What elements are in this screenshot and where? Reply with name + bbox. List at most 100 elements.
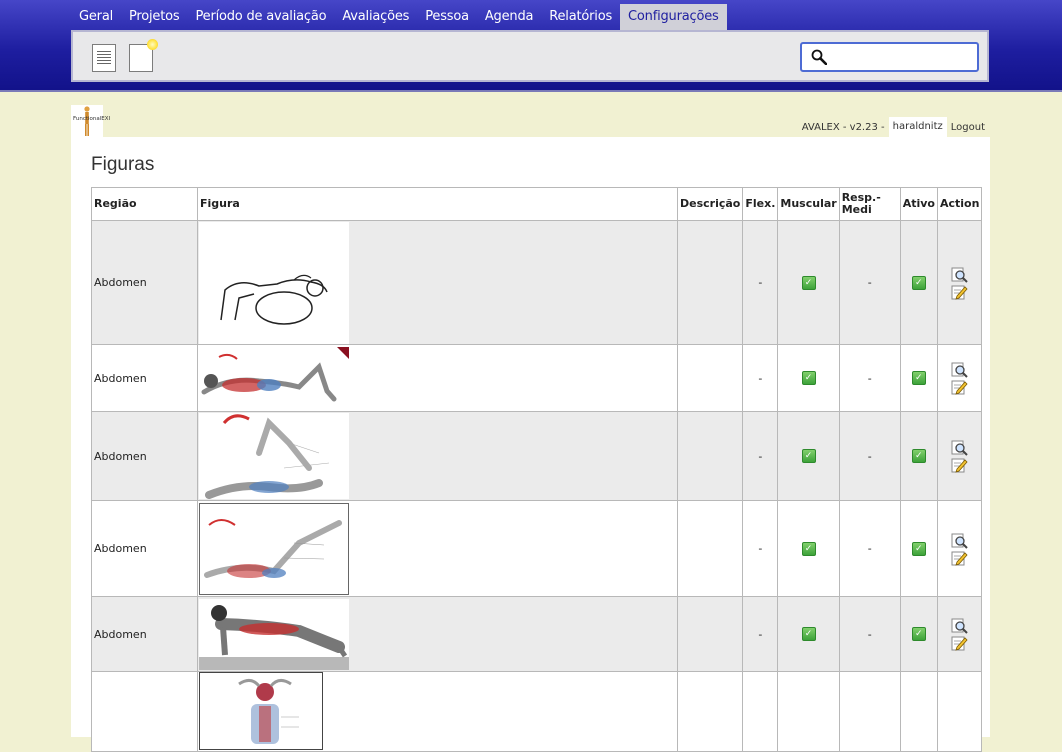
table-row: Abdomen - ✓ - ✓ [91, 500, 983, 597]
username[interactable]: haraldnitz [888, 117, 947, 137]
edit-pencil-icon[interactable] [951, 283, 968, 300]
cell-figura [197, 500, 678, 597]
cell-action [936, 671, 983, 752]
new-document-icon[interactable] [129, 39, 158, 72]
table-row: Abdomen - ✓ - ✓ [91, 220, 983, 345]
col-figura[interactable]: Figura [197, 187, 678, 221]
nav-geral[interactable]: Geral [71, 4, 121, 30]
checkbox-checked-icon: ✓ [911, 449, 926, 463]
nav-projetos[interactable]: Projetos [121, 4, 187, 30]
cell-descricao [676, 596, 744, 672]
col-regiao[interactable]: Região [91, 187, 198, 221]
nav-avaliacoes[interactable]: Avaliações [334, 4, 417, 30]
magnifier-view-icon[interactable] [951, 532, 968, 549]
cell-ativo [899, 671, 938, 752]
cell-flex: - [742, 596, 779, 672]
search-input[interactable] [834, 47, 976, 69]
exercise-image[interactable] [199, 598, 349, 670]
col-ativo[interactable]: Ativo [899, 187, 938, 221]
cell-action [936, 411, 983, 501]
col-muscular[interactable]: Muscular [777, 187, 840, 221]
col-descricao[interactable]: Descrição [676, 187, 744, 221]
table-row: Abdomen - ✓ - ✓ [91, 596, 983, 672]
cell-regiao: Abdomen [91, 500, 198, 597]
table-row: Abdomen - ✓ - ✓ [91, 411, 983, 501]
edit-pencil-icon[interactable] [951, 456, 968, 473]
cell-flex: - [742, 411, 779, 501]
figures-table: Região Figura Descrição Flex. Muscular R… [91, 187, 983, 752]
nav-relatorios[interactable]: Relatórios [541, 4, 620, 30]
nav-pessoa[interactable]: Pessoa [417, 4, 477, 30]
app-logo: FunctionalEXI [71, 105, 110, 137]
checkbox-checked-icon: ✓ [911, 627, 926, 641]
exercise-image[interactable] [199, 672, 323, 750]
cell-resp-medi: - [838, 220, 901, 345]
cell-regiao: Abdomen [91, 344, 198, 412]
cell-resp-medi [838, 671, 901, 752]
search-box [800, 42, 979, 72]
cell-ativo: ✓ [899, 344, 938, 412]
app-version: AVALEX - v2.23 - [801, 121, 885, 133]
document-list-icon[interactable] [92, 44, 116, 72]
top-header: Geral Projetos Período de avaliação Aval… [0, 0, 1062, 92]
checkbox-checked-icon: ✓ [911, 371, 926, 385]
nav-configuracoes[interactable]: Configurações [620, 4, 727, 30]
exercise-image[interactable] [199, 221, 349, 344]
magnifier-view-icon[interactable] [951, 439, 968, 456]
cell-regiao: Abdomen [91, 596, 198, 672]
col-action[interactable]: Action [936, 187, 983, 221]
checkbox-checked-icon: ✓ [911, 275, 926, 290]
main-nav: Geral Projetos Período de avaliação Aval… [71, 4, 727, 30]
cell-ativo: ✓ [899, 596, 938, 672]
cell-ativo: ✓ [899, 411, 938, 501]
logo-text: FunctionalEXI [73, 116, 111, 122]
checkbox-checked-icon: ✓ [801, 627, 816, 641]
checkbox-checked-icon: ✓ [801, 275, 816, 290]
cell-descricao [676, 500, 744, 597]
cell-action [936, 500, 983, 597]
cell-figura [197, 596, 678, 672]
cell-resp-medi: - [838, 500, 901, 597]
cell-figura [197, 344, 678, 412]
cell-descricao [676, 411, 744, 501]
checkbox-checked-icon: ✓ [801, 541, 816, 556]
cell-flex: - [742, 344, 779, 412]
edit-pencil-icon[interactable] [951, 549, 968, 566]
cell-muscular: ✓ [777, 500, 840, 597]
exercise-image[interactable] [199, 347, 349, 409]
cell-descricao [676, 344, 744, 412]
cell-muscular [777, 671, 840, 752]
search-icon[interactable] [811, 49, 827, 65]
magnifier-view-icon[interactable] [951, 617, 968, 634]
edit-pencil-icon[interactable] [951, 378, 968, 395]
exercise-image[interactable] [199, 413, 349, 499]
cell-resp-medi: - [838, 596, 901, 672]
col-resp-medi[interactable]: Resp.-Medi [838, 187, 901, 221]
cell-resp-medi: - [838, 344, 901, 412]
cell-action [936, 220, 983, 345]
logout-link[interactable]: Logout [947, 122, 989, 133]
cell-ativo: ✓ [899, 220, 938, 345]
cell-flex: - [742, 500, 779, 597]
cell-regiao: Abdomen [91, 220, 198, 345]
nav-agenda[interactable]: Agenda [477, 4, 541, 30]
table-row [91, 671, 983, 752]
edit-pencil-icon[interactable] [951, 634, 968, 651]
cell-flex: - [742, 220, 779, 345]
checkbox-checked-icon: ✓ [801, 449, 816, 463]
cell-resp-medi: - [838, 411, 901, 501]
page-title: Figuras [91, 154, 155, 175]
cell-descricao [676, 220, 744, 345]
user-bar: AVALEX - v2.23 - haraldnitz Logout [798, 117, 989, 137]
magnifier-view-icon[interactable] [951, 266, 968, 283]
cell-muscular: ✓ [777, 596, 840, 672]
nav-periodo-avaliacao[interactable]: Período de avaliação [187, 4, 334, 30]
checkbox-checked-icon: ✓ [801, 371, 816, 385]
exercise-image[interactable] [199, 502, 349, 595]
cell-figura [197, 671, 678, 752]
col-flex[interactable]: Flex. [742, 187, 779, 221]
cell-muscular: ✓ [777, 344, 840, 412]
cell-ativo: ✓ [899, 500, 938, 597]
table-row: Abdomen - ✓ - ✓ [91, 344, 983, 412]
magnifier-view-icon[interactable] [951, 361, 968, 378]
